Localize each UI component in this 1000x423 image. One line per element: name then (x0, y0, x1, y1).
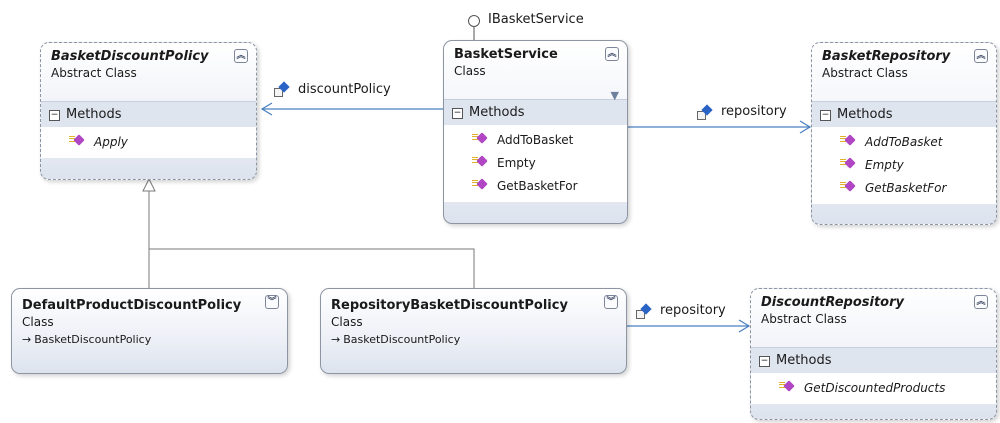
class-kind: Abstract Class (822, 66, 908, 80)
class-name: RepositoryBasketDiscountPolicy (331, 298, 568, 313)
base-class: → BasketDiscountPolicy (331, 332, 598, 348)
collapse-section-icon[interactable]: − (452, 108, 463, 119)
class-name: BasketRepository (822, 49, 951, 64)
section-label: Methods (66, 107, 122, 122)
double-chevron-up-icon[interactable]: ︽ (974, 49, 988, 63)
methods-section-header[interactable]: − Methods (41, 101, 256, 127)
method-name: AddToBasket (497, 133, 574, 147)
inheritance-branch-line[interactable] (148, 248, 475, 288)
double-chevron-up-icon[interactable]: ︽ (234, 49, 248, 63)
double-chevron-up-icon[interactable]: ︽ (974, 295, 988, 309)
class-basket-repository[interactable]: BasketRepository Abstract Class ︽ − Metho… (811, 42, 997, 225)
interface-label: IBasketService (488, 12, 584, 27)
methods-list: GetDiscountedProducts (751, 373, 996, 404)
method-item[interactable]: Apply (69, 131, 256, 154)
methods-list: AddToBasket Empty GetBasketFor (812, 127, 996, 204)
filter-icon[interactable]: ▼ (611, 89, 619, 102)
method-name: GetBasketFor (865, 181, 947, 195)
class-name: DefaultProductDiscountPolicy (22, 298, 242, 313)
methods-list: AddToBasket Empty GetBasketFor (444, 125, 627, 202)
method-name: Apply (94, 135, 128, 149)
method-item[interactable]: GetDiscountedProducts (779, 377, 996, 400)
double-chevron-down-icon[interactable]: ︾ (604, 295, 618, 309)
method-icon (69, 135, 84, 147)
collapse-section-icon[interactable]: − (759, 356, 770, 367)
class-kind: Class (331, 315, 363, 329)
class-kind: Abstract Class (51, 66, 137, 80)
class-header: RepositoryBasketDiscountPolicy Class → Ba… (321, 289, 626, 373)
inherits-icon: → (331, 333, 341, 346)
method-icon (472, 156, 487, 168)
double-chevron-down-icon[interactable]: ︾ (265, 295, 279, 309)
class-header: BasketRepository Abstract Class ︽ (812, 43, 996, 101)
class-header: BasketService Class ︽ ▼ (444, 41, 627, 102)
class-kind: Abstract Class (761, 312, 847, 326)
association-label-discount-policy[interactable]: discountPolicy (298, 82, 391, 97)
method-item[interactable]: AddToBasket (840, 131, 996, 154)
base-class: → BasketDiscountPolicy (22, 332, 259, 348)
class-kind: Class (454, 64, 486, 78)
base-class-name: BasketDiscountPolicy (34, 333, 152, 346)
section-label: Methods (837, 107, 893, 122)
class-header: BasketDiscountPolicy Abstract Class ︽ (41, 43, 256, 101)
association-icon (274, 81, 290, 99)
class-header: DiscountRepository Abstract Class ︽ (751, 289, 996, 347)
method-icon (840, 158, 855, 170)
method-item[interactable]: Empty (472, 152, 627, 175)
methods-section-header[interactable]: − Methods (812, 101, 996, 127)
base-class-name: BasketDiscountPolicy (343, 333, 461, 346)
class-default-product-discount-policy[interactable]: DefaultProductDiscountPolicy Class → Bask… (11, 288, 288, 374)
method-name: GetDiscountedProducts (804, 381, 946, 395)
association-label-repository[interactable]: repository (721, 104, 787, 119)
method-icon (840, 135, 855, 147)
association-icon (697, 104, 713, 122)
class-name: BasketDiscountPolicy (51, 49, 209, 64)
methods-list: Apply (41, 127, 256, 158)
collapse-section-icon[interactable]: − (49, 110, 60, 121)
method-icon (472, 179, 487, 191)
method-item[interactable]: GetBasketFor (472, 175, 627, 198)
method-icon (840, 181, 855, 193)
section-label: Methods (776, 353, 832, 368)
method-name: Empty (497, 156, 536, 170)
method-icon (779, 381, 794, 393)
method-name: AddToBasket (865, 135, 943, 149)
collapse-section-icon[interactable]: − (820, 110, 831, 121)
class-kind: Class (22, 315, 54, 329)
method-item[interactable]: AddToBasket (472, 129, 627, 152)
class-basket-discount-policy[interactable]: BasketDiscountPolicy Abstract Class ︽ − M… (40, 42, 257, 180)
association-label-repository[interactable]: repository (660, 303, 726, 318)
method-name: GetBasketFor (497, 179, 578, 193)
double-chevron-up-icon[interactable]: ︽ (605, 47, 619, 61)
methods-section-header[interactable]: − Methods (444, 99, 627, 125)
method-item[interactable]: Empty (840, 154, 996, 177)
class-name: DiscountRepository (761, 295, 904, 310)
class-discount-repository[interactable]: DiscountRepository Abstract Class ︽ − Met… (750, 288, 997, 420)
class-basket-service[interactable]: BasketService Class ︽ ▼ − Methods AddToBa… (443, 40, 628, 224)
association-icon (636, 303, 652, 321)
class-name: BasketService (454, 47, 558, 62)
class-header: DefaultProductDiscountPolicy Class → Bask… (12, 289, 287, 373)
inherits-arrow-icon (142, 177, 156, 192)
methods-section-header[interactable]: − Methods (751, 347, 996, 373)
class-repository-basket-discount-policy[interactable]: RepositoryBasketDiscountPolicy Class → Ba… (320, 288, 627, 374)
method-item[interactable]: GetBasketFor (840, 177, 996, 200)
method-name: Empty (865, 158, 904, 172)
method-icon (472, 133, 487, 145)
inherits-icon: → (22, 333, 32, 346)
section-label: Methods (469, 105, 525, 120)
interface-lollipop-circle (468, 15, 480, 27)
